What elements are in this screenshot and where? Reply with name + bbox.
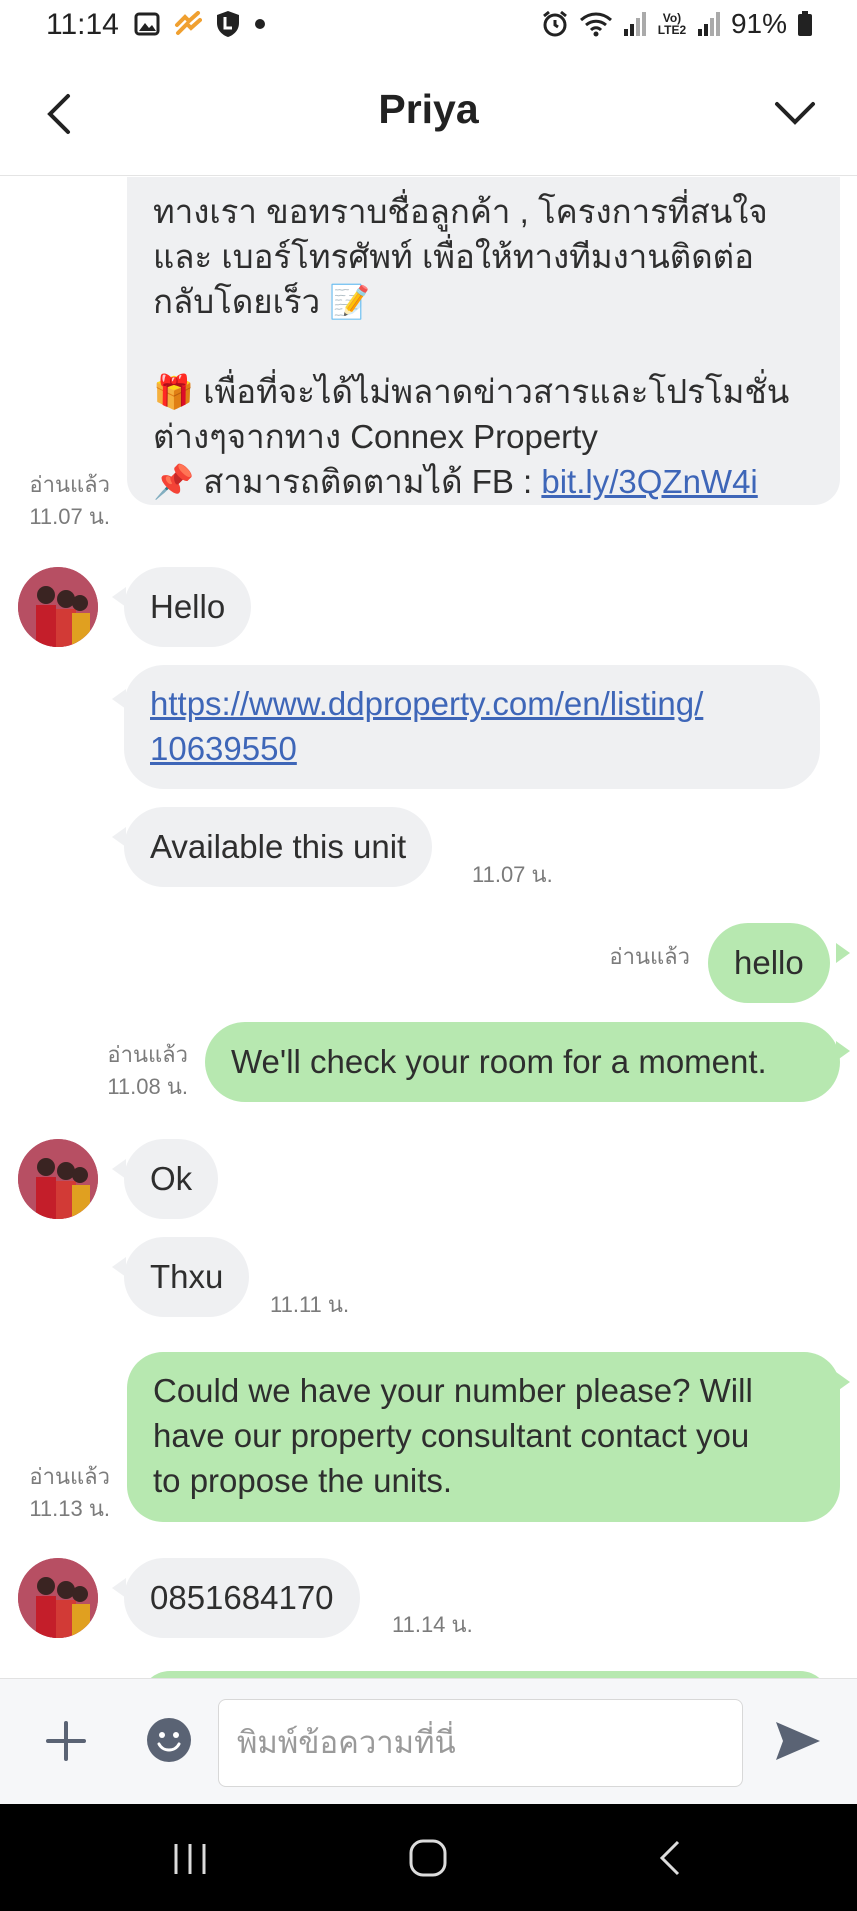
battery-percent: 91% <box>730 8 787 39</box>
message-bubble-incoming[interactable]: Thxu <box>124 1237 250 1317</box>
send-icon[interactable] <box>773 1719 823 1763</box>
message-bubble-outgoing[interactable]: hello <box>708 923 830 1003</box>
message-bubble-incoming[interactable]: Ok <box>124 1139 219 1219</box>
message-text: hello <box>734 944 804 981</box>
message-line: Could we have your number please? Will <box>153 1372 753 1409</box>
gallery-icon <box>134 12 160 36</box>
message-time: 11.08 น. <box>107 1074 188 1099</box>
bubble-tail <box>836 943 850 963</box>
message-text: 0851684170 <box>150 1579 334 1616</box>
chat-area[interactable]: ทางเรา ขอทราบชื่อลูกค้า , โครงการที่สนใจ… <box>0 177 857 1678</box>
listing-link[interactable]: https://www.ddproperty.com/en/listing/ <box>150 681 794 726</box>
message-line: ทางเรา ขอทราบชื่อลูกค้า , โครงการที่สนใจ <box>153 193 768 230</box>
network-label: Vo) LTE2 <box>657 11 687 37</box>
message-bubble-incoming[interactable]: https://www.ddproperty.com/en/listing/ 1… <box>124 665 820 789</box>
message-line: และ เบอร์โทรศัพท์ เพื่อให้ทางทีมงานติดต่… <box>153 238 754 275</box>
dot-icon <box>255 19 265 29</box>
message-line: ต่างๆจากทาง Connex Property <box>153 418 598 455</box>
message-time: 11.14 น. <box>392 1612 473 1637</box>
notification-icons <box>134 10 266 38</box>
bubble-tail <box>836 1372 850 1392</box>
message-bubble-incoming[interactable]: Available this unit <box>124 807 433 887</box>
message-text: Thxu <box>150 1258 224 1295</box>
status-bar: 11:14 Vo) LTE2 91% <box>0 0 857 52</box>
message-text: 📌 สามารถติดตามได้ FB : <box>153 463 542 500</box>
message-time: 11.13 น. <box>29 1496 110 1521</box>
avatar[interactable] <box>18 1139 98 1219</box>
message-text: Available this unit <box>150 828 407 865</box>
message-text: Ok <box>150 1160 193 1197</box>
plus-icon[interactable] <box>44 1719 88 1763</box>
system-back-icon[interactable] <box>658 1838 682 1878</box>
message-bubble-outgoing[interactable]: ทางเรา ขอทราบชื่อลูกค้า , โครงการที่สนใจ… <box>127 177 840 505</box>
status-time: 11:14 <box>46 8 119 41</box>
chat-header: Priya <box>0 52 857 176</box>
recent-apps-icon[interactable] <box>170 1840 210 1878</box>
message-line-with-link: 📌 สามารถติดตามได้ FB : bit.ly/3QZnW4i <box>153 459 814 504</box>
message-time: 11.07 น. <box>29 504 110 529</box>
message-bubble-outgoing-partial[interactable] <box>140 1671 830 1678</box>
message-line <box>153 324 814 369</box>
message-time: 11.11 น. <box>270 1292 350 1317</box>
chevron-down-icon[interactable] <box>771 92 819 132</box>
shield-icon <box>217 11 239 37</box>
message-time: 11.07 น. <box>472 862 553 887</box>
profile-photo-icon <box>18 1558 98 1638</box>
read-receipt: อ่านแล้ว <box>29 1464 110 1489</box>
message-line: 🎁 เพื่อที่จะได้ไม่พลาดข่าวสารและโปรโมชั่… <box>153 373 790 410</box>
emoji-icon[interactable] <box>146 1717 192 1763</box>
message-line: กลับโดยเร็ว 📝 <box>153 283 371 320</box>
app-notification-icon <box>175 11 202 35</box>
message-line: to propose the units. <box>153 1462 453 1499</box>
message-bubble-incoming[interactable]: Hello <box>124 567 252 647</box>
read-receipt: อ่านแล้ว <box>107 1042 188 1067</box>
message-meta: อ่านแล้ว 11.08 น. <box>60 1039 188 1103</box>
profile-photo-icon <box>18 567 98 647</box>
signal-icon <box>623 12 646 36</box>
message-line: have our property consultant contact you <box>153 1417 750 1454</box>
message-meta: อ่านแล้ว 11.13 น. <box>0 1461 110 1525</box>
read-receipt: อ่านแล้ว <box>609 944 690 969</box>
message-bubble-outgoing[interactable]: We'll check your room for a moment. <box>205 1022 840 1102</box>
bubble-tail <box>836 1041 850 1061</box>
message-bubble-incoming[interactable]: 0851684170 <box>124 1558 360 1638</box>
signal-2-icon <box>697 12 720 36</box>
message-text: Hello <box>150 588 226 625</box>
message-bubble-outgoing[interactable]: Could we have your number please? Will h… <box>127 1352 840 1522</box>
battery-icon <box>798 11 812 36</box>
read-receipt: อ่านแล้ว <box>29 472 110 497</box>
system-status: Vo) LTE2 91% <box>541 8 813 40</box>
facebook-link[interactable]: bit.ly/3QZnW4i <box>541 463 757 500</box>
message-input[interactable] <box>218 1699 743 1787</box>
profile-photo-icon <box>18 1139 98 1219</box>
avatar[interactable] <box>18 1558 98 1638</box>
message-composer <box>0 1678 857 1804</box>
system-navigation-bar <box>0 1804 857 1911</box>
chat-title: Priya <box>378 86 479 132</box>
message-meta: อ่านแล้ว 11.07 น. <box>0 469 110 533</box>
message-text: We'll check your room for a moment. <box>231 1043 767 1080</box>
wifi-icon <box>579 12 612 37</box>
alarm-icon <box>543 10 567 37</box>
listing-link-continued[interactable]: 10639550 <box>150 726 794 771</box>
home-icon[interactable] <box>408 1838 448 1878</box>
avatar[interactable] <box>18 567 98 647</box>
